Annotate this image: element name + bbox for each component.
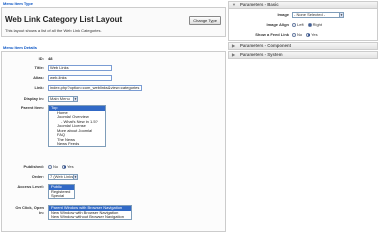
menu-item-type-description: This layout shows a list of all the Web …: [5, 28, 102, 33]
parameters-component-header[interactable]: ▶ Parameters - Component: [228, 42, 378, 50]
expanded-arrow-icon: ▼: [232, 2, 236, 7]
image-align-left-radio[interactable]: [292, 22, 296, 27]
parent-item-listbox[interactable]: Top Home Joomla! Overview - What's New in 1…: [48, 105, 106, 147]
image-align-label: Image Align: [266, 22, 289, 27]
id-label: ID:: [38, 56, 44, 61]
on-click-listbox[interactable]: Parent Window with Browser Navigation New…: [48, 205, 132, 220]
published-no-label: No: [53, 164, 59, 169]
show-feed-link-no-radio[interactable]: [292, 32, 296, 37]
published-label: Published:: [23, 164, 44, 169]
parameters-component-title: Parameters - Component: [240, 43, 292, 48]
alias-input[interactable]: web-links: [48, 75, 112, 81]
image-value: - None Selected -: [294, 12, 326, 17]
parent-item-option[interactable]: News Feeds: [49, 141, 105, 146]
order-value: 7 (Web Links): [50, 174, 75, 179]
parameters-system-title: Parameters - System: [240, 52, 283, 57]
published-no-radio[interactable]: [48, 164, 52, 169]
id-value: 48: [48, 56, 53, 61]
collapsed-arrow-icon: ▶: [232, 43, 236, 48]
parameters-basic-title: Parameters - Basic: [240, 2, 279, 7]
parameters-panel: ▼ Parameters - Basic Image - None Select…: [228, 1, 378, 229]
order-select[interactable]: 7 (Web Links) ▼: [48, 174, 78, 180]
chevron-down-icon[interactable]: ▼: [73, 97, 77, 101]
title-label: Title:: [34, 65, 44, 70]
menu-item-type-section-title: Menu Item Type: [3, 1, 33, 6]
display-in-label: Display in:: [23, 96, 44, 101]
display-in-value: Main Menu: [50, 96, 70, 101]
parameters-basic-header[interactable]: ▼ Parameters - Basic: [228, 1, 378, 9]
access-level-label: Access Level:: [17, 184, 44, 189]
alias-label: Alias:: [33, 75, 44, 80]
access-level-listbox[interactable]: Public Registered Special: [48, 184, 75, 199]
link-input[interactable]: index.php?option=com_weblinks&view=categ…: [48, 85, 142, 91]
published-yes-radio[interactable]: [62, 164, 67, 169]
image-align-left-label: Left: [297, 22, 304, 27]
collapsed-arrow-icon: ▶: [232, 52, 236, 57]
show-feed-link-no-label: No: [297, 32, 303, 37]
link-label: Link:: [34, 85, 44, 90]
change-type-button[interactable]: Change Type: [189, 16, 221, 25]
order-label: Order:: [31, 174, 44, 179]
parameters-basic-body: Image - None Selected - ▼ Image Align Le…: [228, 9, 378, 41]
published-radio-group: No Yes: [48, 164, 77, 169]
title-input[interactable]: Web Links: [48, 65, 112, 71]
parameters-system-header[interactable]: ▶ Parameters - System: [228, 51, 378, 59]
on-click-option[interactable]: New Window without Browser Navigation: [49, 214, 131, 219]
show-feed-link-yes-label: Yes: [311, 32, 318, 37]
parent-item-label: Parent Item:: [20, 105, 44, 110]
image-select[interactable]: - None Selected - ▼: [292, 12, 344, 18]
menu-item-details-box: ID: 48 Title: Web Links Alias: web-links…: [1, 51, 226, 232]
on-click-label-line2: in:: [39, 210, 44, 215]
menu-item-type-box: Web Link Category List Layout Change Typ…: [1, 7, 226, 37]
show-feed-link-yes-radio[interactable]: [306, 32, 311, 37]
left-column: Menu Item Type Web Link Category List La…: [1, 1, 226, 232]
menu-item-details-section-title: Menu Item Details: [3, 45, 38, 50]
show-feed-link-label: Show a Feed Link: [255, 32, 289, 37]
image-align-right-label: Right: [312, 22, 323, 27]
published-yes-label: Yes: [67, 164, 74, 169]
access-level-option[interactable]: Special: [49, 193, 74, 198]
menu-item-type-heading: Web Link Category List Layout: [5, 15, 123, 24]
image-align-right-radio[interactable]: [307, 22, 312, 27]
display-in-select[interactable]: Main Menu ▼: [48, 96, 78, 102]
image-align-radio-group: Left Right: [292, 22, 325, 27]
chevron-down-icon[interactable]: ▼: [339, 13, 343, 17]
image-label: Image: [277, 12, 289, 17]
chevron-down-icon[interactable]: ▼: [73, 175, 77, 179]
show-feed-link-radio-group: No Yes: [292, 32, 321, 37]
